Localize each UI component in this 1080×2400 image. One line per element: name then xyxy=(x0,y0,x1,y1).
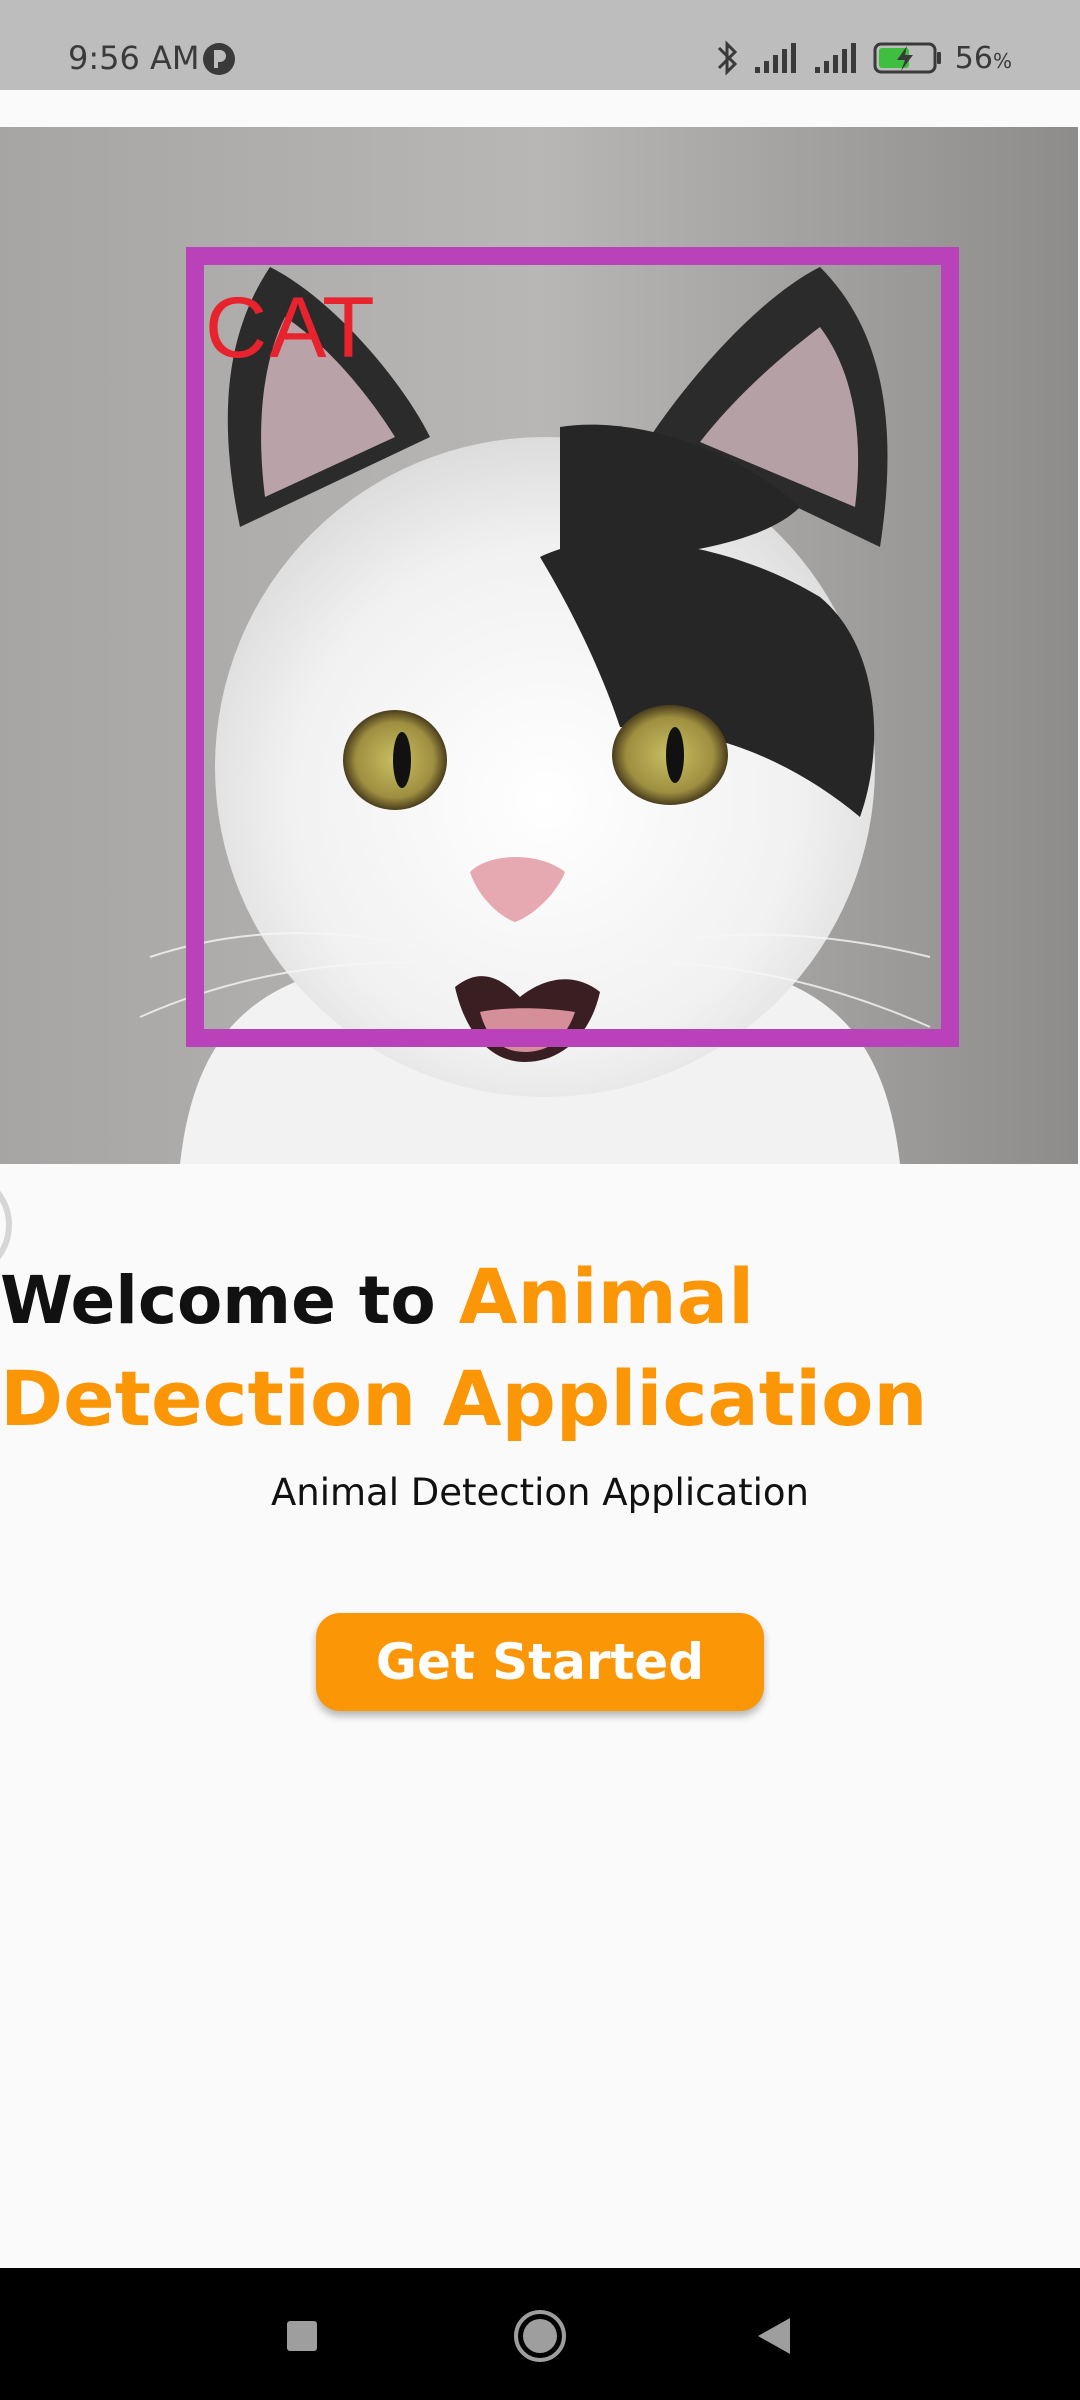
signal-icon xyxy=(754,43,796,73)
hero-image: CAT xyxy=(0,127,1078,1164)
recents-icon xyxy=(287,2321,317,2351)
welcome-prefix: Welcome to xyxy=(0,1262,459,1339)
home-icon xyxy=(514,2310,566,2362)
status-time: 9:56 AM xyxy=(68,39,200,77)
home-button[interactable] xyxy=(502,2298,578,2374)
get-started-button[interactable]: Get Started xyxy=(316,1613,764,1711)
app-notification-icon xyxy=(203,43,235,75)
battery-charging-icon xyxy=(873,42,941,74)
welcome-title: Welcome to Animal Detection Application xyxy=(0,1248,1080,1452)
status-icons: 56% xyxy=(715,36,1012,80)
signal-icon xyxy=(814,43,856,73)
back-button[interactable] xyxy=(736,2298,812,2374)
battery-percent: 56% xyxy=(954,40,1012,76)
bluetooth-icon xyxy=(717,40,737,76)
status-bar: 9:56 AM 56% xyxy=(0,0,1080,90)
detection-label: CAT xyxy=(205,280,377,376)
system-nav-bar xyxy=(0,2268,1080,2400)
subtitle: Animal Detection Application xyxy=(270,1471,810,1514)
back-icon xyxy=(758,2318,790,2354)
recents-button[interactable] xyxy=(264,2298,340,2374)
